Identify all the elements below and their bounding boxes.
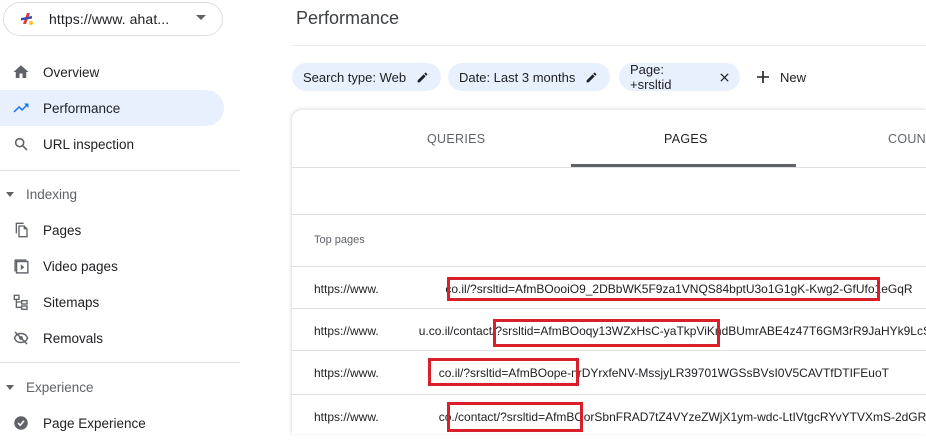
sidebar-item-label: Overview	[43, 64, 100, 80]
row-divider	[292, 308, 926, 309]
page-title: Performance	[296, 8, 400, 28]
filter-chip-date[interactable]: Date: Last 3 months	[448, 63, 610, 91]
trending-up-icon	[11, 98, 31, 118]
table-row[interactable]: https://www. u.co.il/contact/?srsltid=Af…	[292, 312, 926, 348]
section-experience[interactable]: Experience	[0, 370, 240, 404]
section-indexing[interactable]: Indexing	[0, 177, 240, 211]
close-icon[interactable]	[719, 72, 730, 83]
sidebar-item-label: Page Experience	[43, 415, 146, 431]
highlight-box	[447, 402, 583, 432]
filter-chip-label: Page: +srsltid	[630, 62, 672, 92]
search-icon	[11, 134, 31, 154]
row-divider	[292, 394, 926, 395]
edit-icon[interactable]	[416, 71, 429, 84]
section-label: Experience	[26, 379, 94, 395]
page-url: https://www. co./contact/?srsltid=AfmBOo…	[314, 410, 926, 424]
row-divider	[292, 350, 926, 351]
home-icon	[11, 62, 31, 82]
filter-chip-page[interactable]: Page: +srsltid	[619, 62, 740, 92]
filter-chip-search-type[interactable]: Search type: Web	[292, 63, 441, 91]
sidebar: https://www. ahat... Overview Performanc…	[0, 0, 240, 434]
sidebar-item-page-experience[interactable]: Page Experience	[0, 405, 224, 441]
highlight-box	[447, 277, 880, 301]
sidebar-item-overview[interactable]: Overview	[0, 54, 224, 90]
column-header-top-pages[interactable]: Top pages	[314, 234, 365, 246]
filter-chip-label: Date: Last 3 months	[459, 69, 576, 85]
highlight-box	[428, 358, 579, 386]
sidebar-item-performance[interactable]: Performance	[0, 90, 224, 126]
toolbar-divider	[292, 214, 926, 215]
sidebar-item-sitemaps[interactable]: Sitemaps	[0, 284, 224, 320]
property-url: https://www. ahat...	[49, 11, 170, 27]
sidebar-item-label: Video pages	[43, 258, 118, 274]
new-filter-button[interactable]: New	[755, 64, 806, 90]
tab-queries[interactable]: QUERIES	[427, 132, 485, 146]
collapse-arrow-icon	[6, 191, 14, 197]
header-divider	[292, 45, 926, 46]
removals-icon	[11, 328, 31, 348]
pages-icon	[11, 220, 31, 240]
sidebar-item-label: Removals	[43, 330, 104, 346]
sidebar-item-label: Sitemaps	[43, 294, 100, 310]
table-row[interactable]: https://www. co./contact/?srsltid=AfmBOo…	[292, 398, 926, 434]
tab-countries[interactable]: COUNTRIES	[888, 132, 926, 146]
filter-chip-label: Search type: Web	[303, 69, 407, 85]
row-divider	[292, 266, 926, 267]
new-filter-label: New	[780, 69, 807, 85]
sidebar-item-label: Performance	[43, 100, 121, 116]
site-logo-icon	[17, 9, 37, 29]
property-selector[interactable]: https://www. ahat...	[3, 2, 223, 36]
sitemap-icon	[11, 292, 31, 312]
table-row[interactable]: https://www. co.il/?srsltid=AfmBOope-nrD…	[292, 354, 926, 390]
report-card: QUERIES PAGES COUNTRIES Top pages https:…	[292, 110, 926, 434]
highlight-box	[493, 319, 720, 347]
sidebar-item-video-pages[interactable]: Video pages	[0, 248, 224, 284]
edit-icon[interactable]	[585, 71, 598, 84]
page-experience-icon	[11, 413, 31, 433]
sidebar-item-url-inspection[interactable]: URL inspection	[0, 126, 224, 162]
sidebar-item-label: URL inspection	[43, 136, 135, 152]
page-url: https://www. co.il/?srsltid=AfmBOope-nrD…	[314, 366, 889, 380]
sidebar-divider	[0, 170, 240, 171]
main-content: Performance Search type: Web Date: Last …	[292, 0, 926, 434]
sidebar-item-removals[interactable]: Removals	[0, 320, 224, 356]
sidebar-divider	[0, 362, 240, 363]
table-row[interactable]: https://www. co.il/?srsltid=AfmBOooiO9_2…	[292, 270, 926, 306]
collapse-arrow-icon	[6, 384, 14, 390]
video-icon	[11, 256, 31, 276]
sidebar-item-pages[interactable]: Pages	[0, 212, 224, 248]
tab-pages[interactable]: PAGES	[664, 132, 708, 146]
chevron-down-icon[interactable]	[196, 15, 206, 20]
plus-icon	[757, 71, 769, 83]
tabs-divider	[292, 167, 926, 168]
section-label: Indexing	[26, 186, 78, 202]
sidebar-item-label: Pages	[43, 222, 82, 238]
